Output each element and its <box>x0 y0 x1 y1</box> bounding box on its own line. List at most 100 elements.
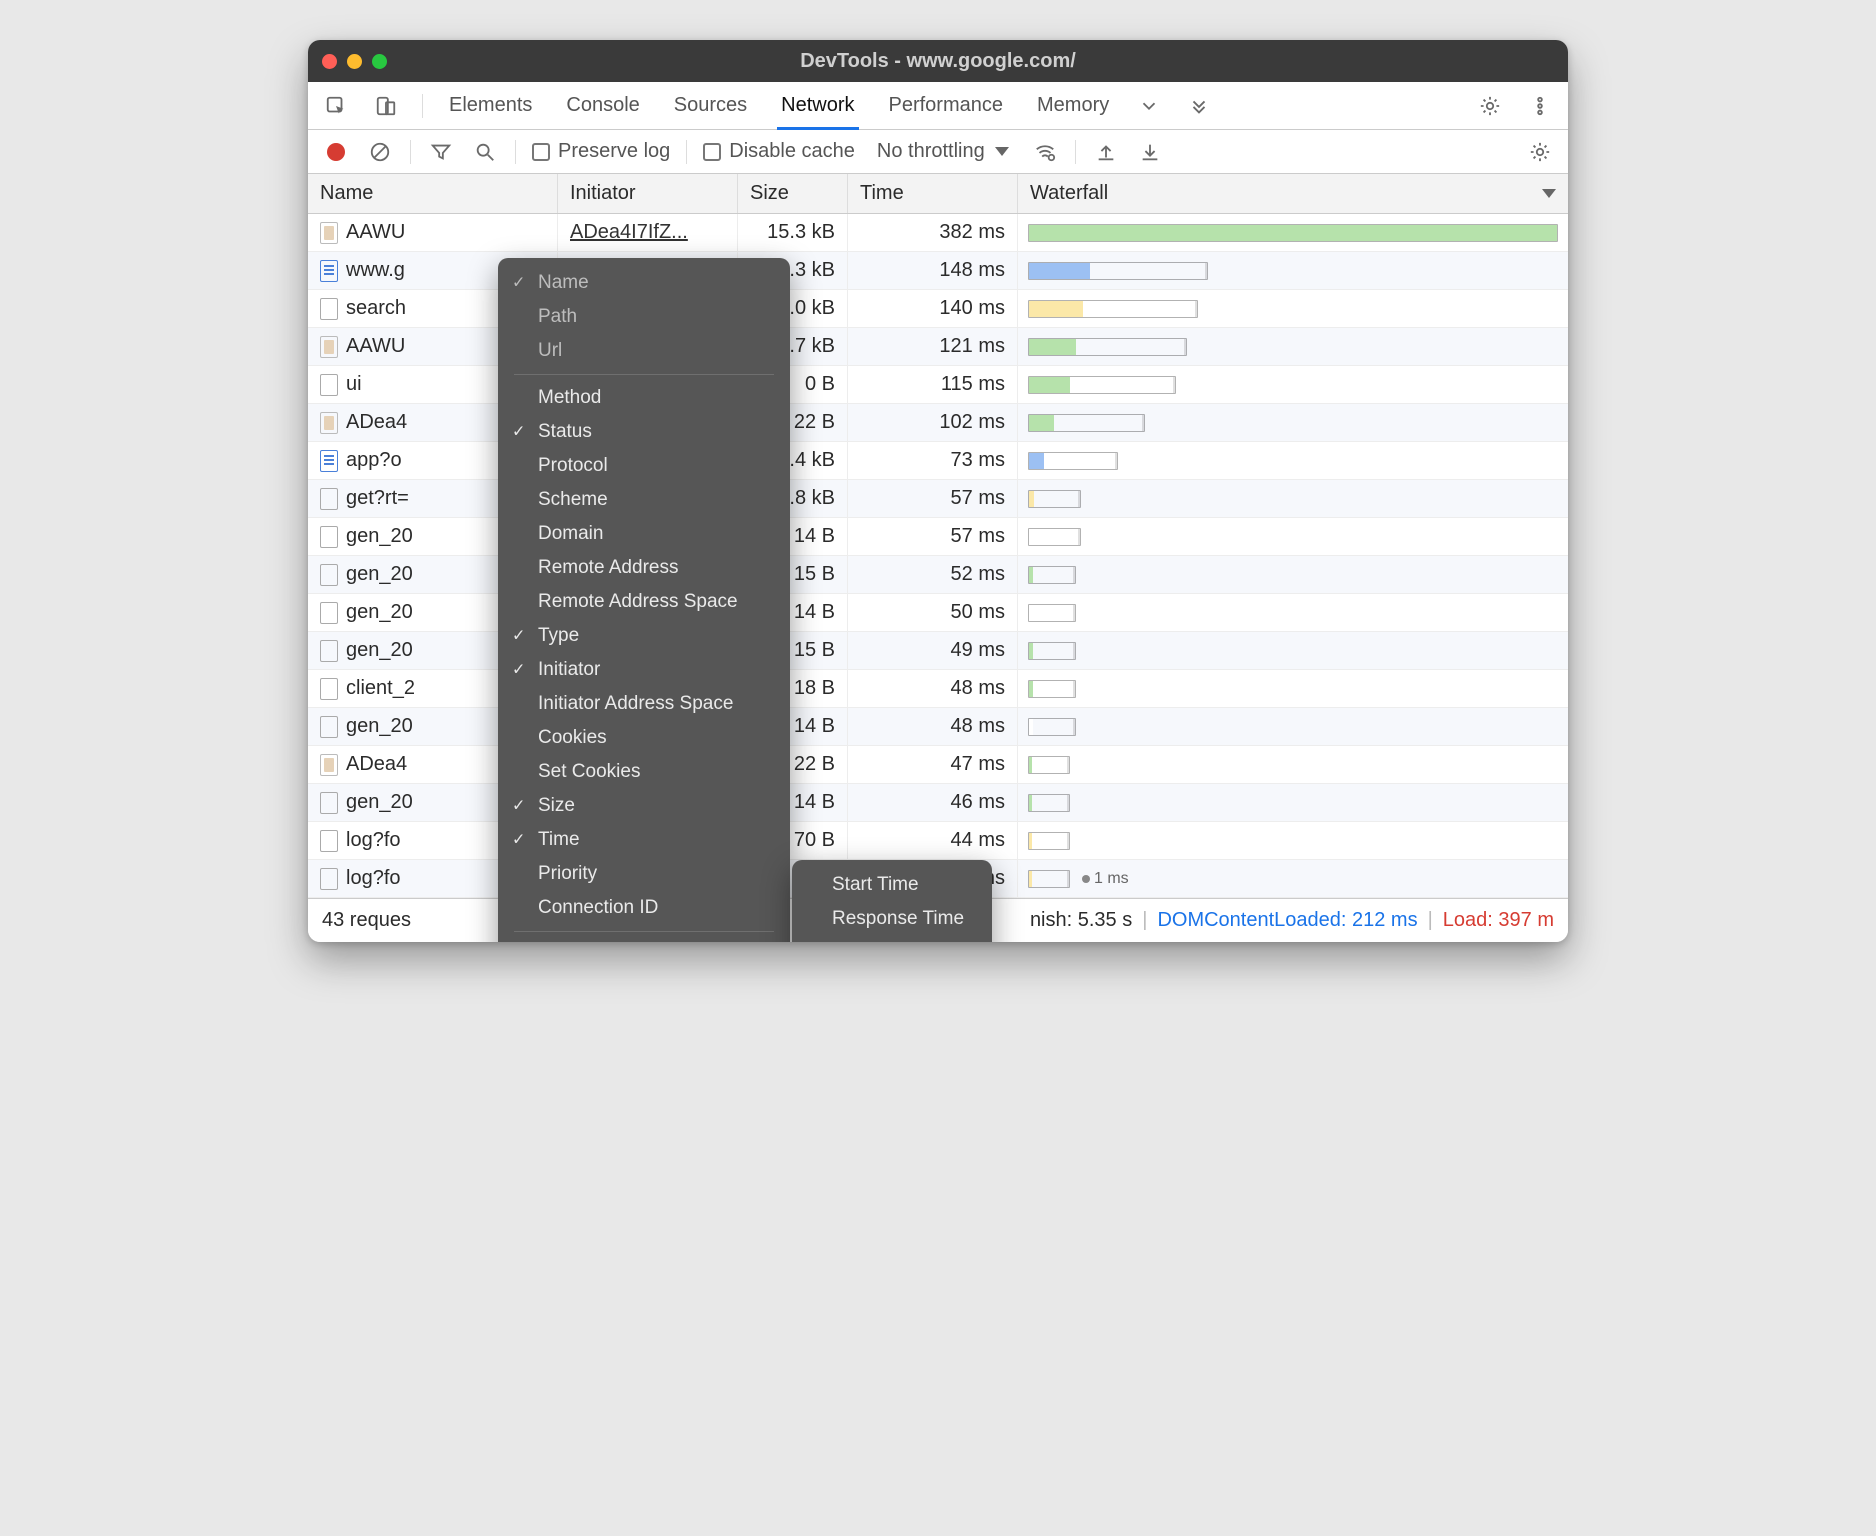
header-context-menu[interactable]: NamePathUrl MethodStatusProtocolSchemeDom… <box>498 258 790 942</box>
table-row[interactable]: AAWUADea4I7IfZ...15.3 kB382 ms <box>308 214 1568 252</box>
kebab-menu-icon[interactable] <box>1526 92 1554 120</box>
menu-item-initiator-address-space[interactable]: Initiator Address Space <box>498 687 790 721</box>
table-row[interactable]: searchm=cdos,dp...21.0 kB140 ms <box>308 290 1568 328</box>
col-waterfall[interactable]: Waterfall <box>1018 174 1568 213</box>
tab-elements[interactable]: Elements <box>445 82 536 129</box>
tab-memory[interactable]: Memory <box>1033 82 1113 129</box>
col-size[interactable]: Size <box>738 174 848 213</box>
menu-item-set-cookies[interactable]: Set Cookies <box>498 755 790 789</box>
request-name: client_2 <box>346 677 415 700</box>
menu-item-type[interactable]: Type <box>498 619 790 653</box>
waterfall-cell <box>1018 290 1568 327</box>
waterfall-cell <box>1018 708 1568 745</box>
filter-icon[interactable] <box>427 138 455 166</box>
table-row[interactable]: get?rt=rs=AA2YrT...14.8 kB57 ms <box>308 480 1568 518</box>
table-row[interactable]: client_2(index):318 B48 ms <box>308 670 1568 708</box>
submenu-item-response-time[interactable]: Response Time <box>792 902 992 936</box>
settings-gear-icon[interactable] <box>1476 92 1504 120</box>
waterfall-cell <box>1018 632 1568 669</box>
file-icon <box>320 336 338 358</box>
waterfall-cell: 1 ms <box>1018 860 1568 897</box>
waterfall-cell <box>1018 670 1568 707</box>
request-name: AAWU <box>346 221 405 244</box>
table-row[interactable]: gen_2014 B46 ms <box>308 784 1568 822</box>
table-row[interactable]: gen_20m=cdos,dp...14 B57 ms <box>308 518 1568 556</box>
network-conditions-icon[interactable] <box>1031 138 1059 166</box>
status-load: Load: 397 m <box>1443 909 1554 932</box>
menu-item-method[interactable]: Method <box>498 381 790 415</box>
table-row[interactable]: app?ors=AA2YrT...14.4 kB73 ms <box>308 442 1568 480</box>
throttling-value: No throttling <box>877 140 985 163</box>
request-name: gen_20 <box>346 715 413 738</box>
inspect-element-icon[interactable] <box>322 92 350 120</box>
file-icon <box>320 488 338 510</box>
table-row[interactable]: www.gOther44.3 kB148 ms <box>308 252 1568 290</box>
menu-item-time[interactable]: Time <box>498 823 790 857</box>
device-toolbar-icon[interactable] <box>372 92 400 120</box>
upload-har-icon[interactable] <box>1092 138 1120 166</box>
menu-item-scheme[interactable]: Scheme <box>498 483 790 517</box>
col-initiator[interactable]: Initiator <box>558 174 738 213</box>
minimize-window-button[interactable] <box>347 54 362 69</box>
menu-item-remote-address[interactable]: Remote Address <box>498 551 790 585</box>
tab-performance[interactable]: Performance <box>885 82 1008 129</box>
waterfall-submenu[interactable]: Start TimeResponse TimeEnd TimeTotal Dur… <box>792 860 992 942</box>
zoom-window-button[interactable] <box>372 54 387 69</box>
disable-cache-checkbox[interactable]: Disable cache <box>703 140 855 163</box>
menu-item-status[interactable]: Status <box>498 415 790 449</box>
menu-item-priority[interactable]: Priority <box>498 857 790 891</box>
search-icon[interactable] <box>471 138 499 166</box>
tab-console[interactable]: Console <box>562 82 643 129</box>
menu-item-cookies[interactable]: Cookies <box>498 721 790 755</box>
table-row[interactable]: gen_20(index):11615 B49 ms <box>308 632 1568 670</box>
menu-item-remote-address-space[interactable]: Remote Address Space <box>498 585 790 619</box>
menu-item-size[interactable]: Size <box>498 789 790 823</box>
menu-item-url[interactable]: Url <box>498 334 790 368</box>
menu-item-initiator[interactable]: Initiator <box>498 653 790 687</box>
request-name: gen_20 <box>346 601 413 624</box>
table-row[interactable]: uim=DhPYm...0 B115 ms <box>308 366 1568 404</box>
devtools-window: DevTools - www.google.com/ ElementsConso… <box>308 40 1568 942</box>
submenu-item-start-time[interactable]: Start Time <box>792 868 992 902</box>
table-row[interactable]: gen_20(index):21514 B48 ms <box>308 708 1568 746</box>
file-icon <box>320 222 338 244</box>
more-tabs-icon[interactable] <box>1135 92 1163 120</box>
table-row[interactable]: gen_20(index):1214 B50 ms <box>308 594 1568 632</box>
table-row[interactable]: ADea4app?origin...22 B47 ms <box>308 746 1568 784</box>
col-name[interactable]: Name <box>308 174 558 213</box>
preserve-log-checkbox[interactable]: Preserve log <box>532 140 670 163</box>
close-window-button[interactable] <box>322 54 337 69</box>
time-value: 121 ms <box>848 328 1018 365</box>
submenu-item-end-time[interactable]: End Time <box>792 936 992 942</box>
chevron-down-icon <box>1542 189 1556 198</box>
throttling-select[interactable]: No throttling <box>871 138 1015 165</box>
tab-network[interactable]: Network <box>777 82 858 129</box>
table-row[interactable]: gen_20(index):11615 B52 ms <box>308 556 1568 594</box>
menu-item-sort-by[interactable]: Sort By▶ <box>498 938 790 942</box>
waterfall-cell <box>1018 480 1568 517</box>
network-settings-gear-icon[interactable] <box>1526 138 1554 166</box>
size-value: 15.3 kB <box>738 214 848 251</box>
table-row[interactable]: ADea4(index)22 B102 ms <box>308 404 1568 442</box>
col-time[interactable]: Time <box>848 174 1018 213</box>
tab-sources[interactable]: Sources <box>670 82 751 129</box>
file-icon <box>320 526 338 548</box>
menu-item-path[interactable]: Path <box>498 300 790 334</box>
record-button[interactable] <box>322 138 350 166</box>
menu-item-name[interactable]: Name <box>498 266 790 300</box>
request-name: ui <box>346 373 362 396</box>
file-icon <box>320 298 338 320</box>
menu-item-domain[interactable]: Domain <box>498 517 790 551</box>
table-row[interactable]: log?fo70 B44 ms <box>308 822 1568 860</box>
file-icon <box>320 412 338 434</box>
overflow-icon[interactable] <box>1185 92 1213 120</box>
clear-button[interactable] <box>366 138 394 166</box>
request-name: app?o <box>346 449 402 472</box>
download-har-icon[interactable] <box>1136 138 1164 166</box>
menu-item-protocol[interactable]: Protocol <box>498 449 790 483</box>
table-row[interactable]: AAWUADea4I7IfZ...2.7 kB121 ms <box>308 328 1568 366</box>
file-icon <box>320 754 338 776</box>
request-name: log?fo <box>346 867 401 890</box>
menu-item-connection-id[interactable]: Connection ID <box>498 891 790 925</box>
initiator-link[interactable]: ADea4I7IfZ... <box>570 221 688 244</box>
